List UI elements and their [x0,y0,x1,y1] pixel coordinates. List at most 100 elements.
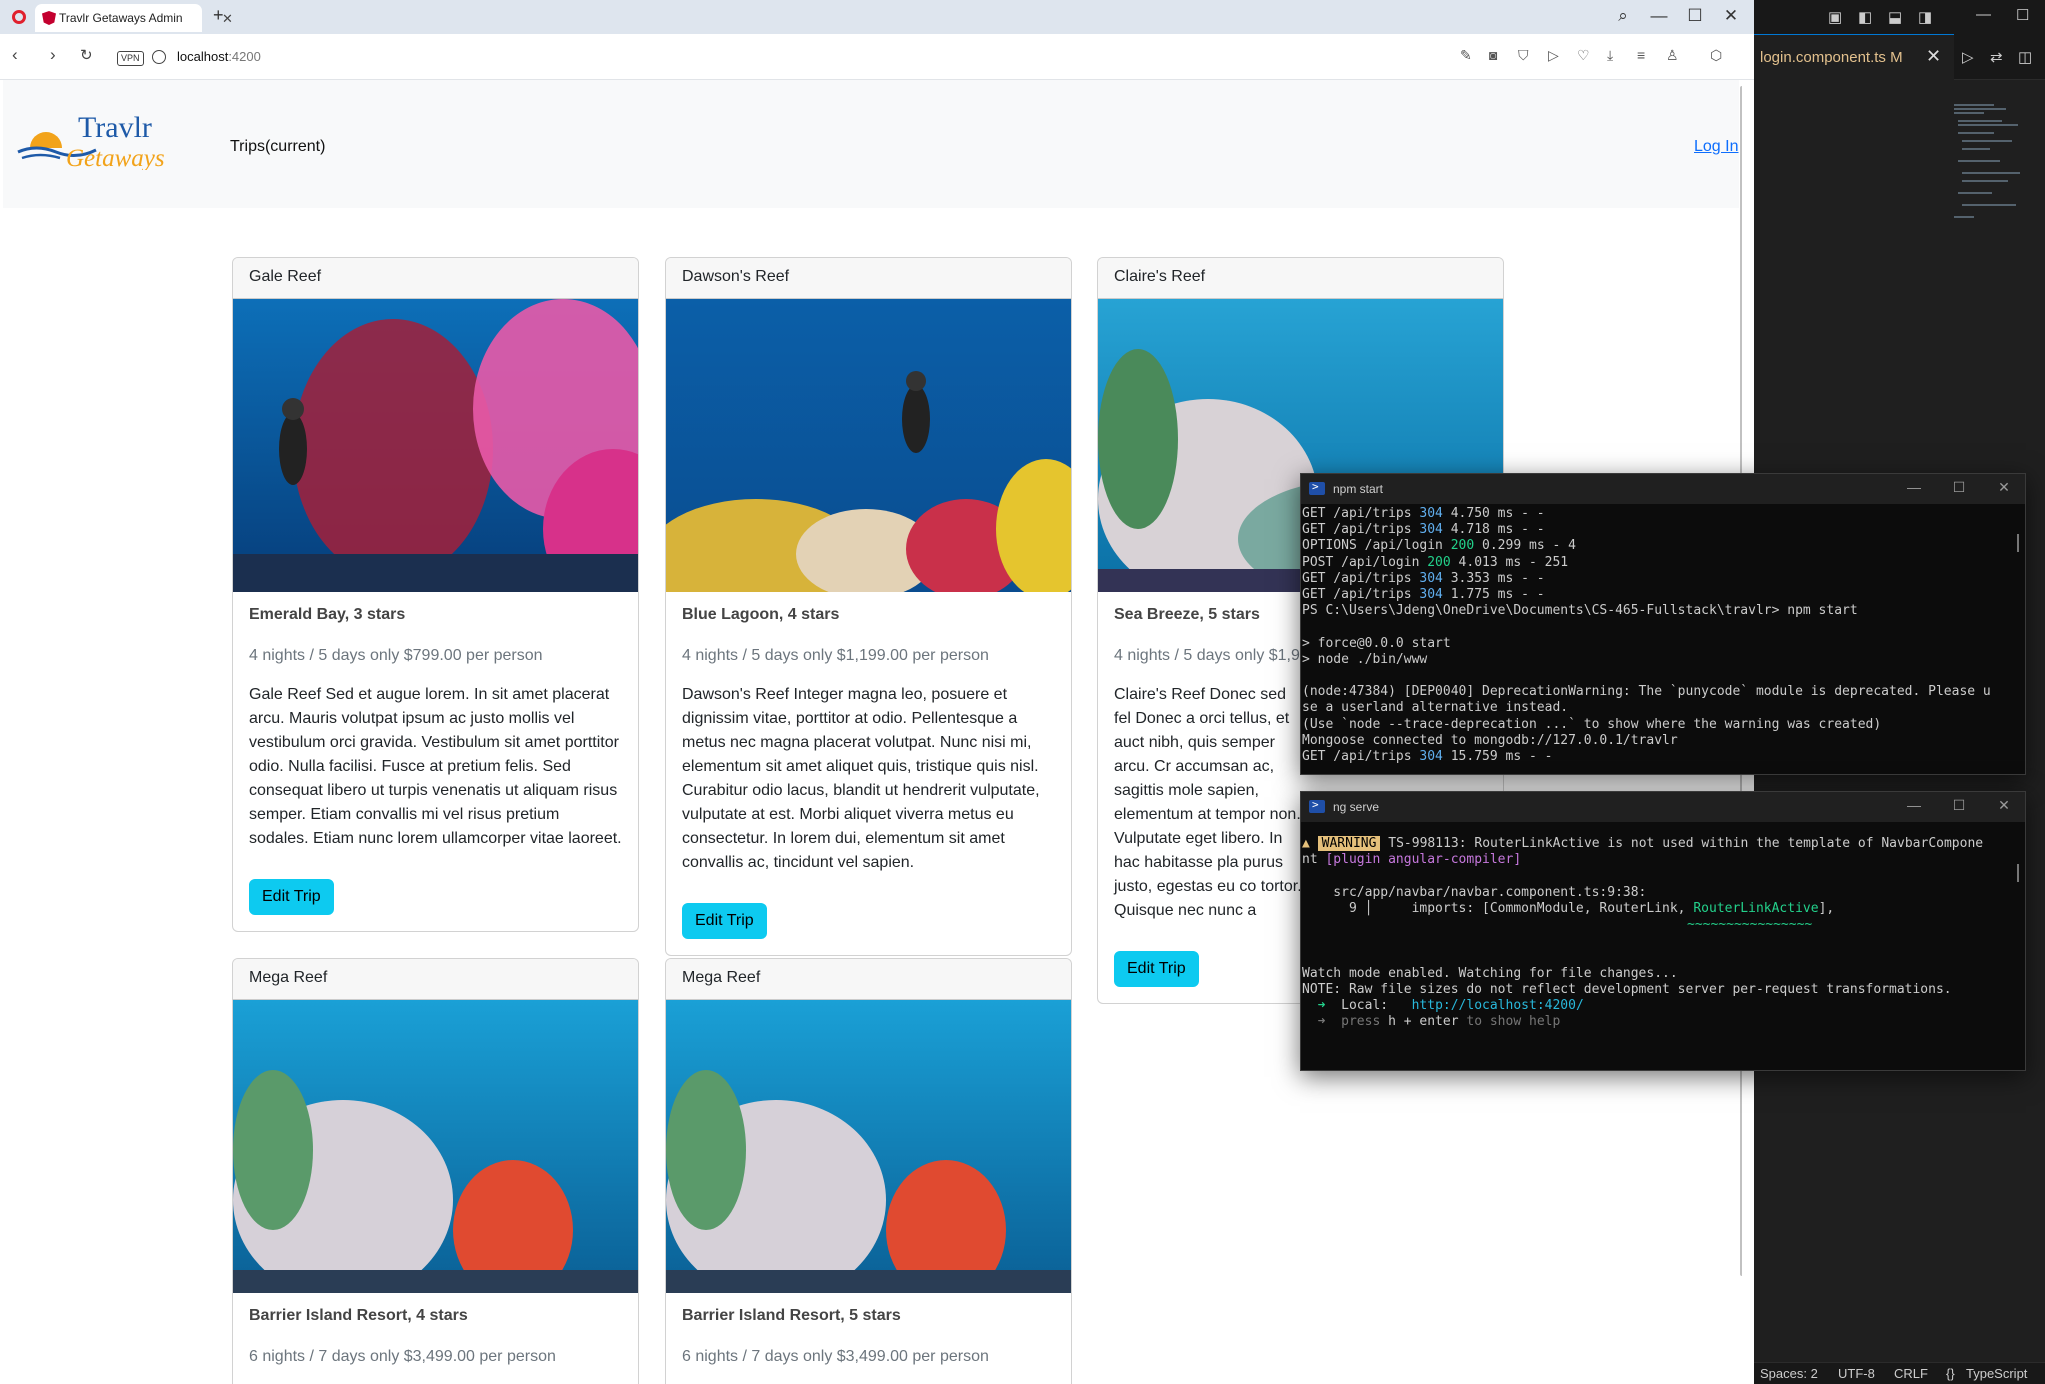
app-navbar: Travlr Getaways Trips(current) Log In [3,80,1739,208]
menu-icon[interactable]: ≡ [1637,47,1645,63]
maximize-icon[interactable]: ☐ [1949,479,1969,496]
forward-icon[interactable]: › [50,45,56,65]
search-tabs-icon[interactable]: ⌕ [1612,6,1634,26]
log-line: > force@0.0.0 start [1302,635,1451,651]
terminal-title: npm start [1333,482,1384,496]
squiggle-line: ~~~~~~~~~~~~~~~~ [1687,917,1813,933]
log-line: (Use `node --trace-deprecation ...` to s… [1302,716,1882,732]
trip-card-header: Mega Reef [666,959,1071,1000]
camera-icon[interactable]: ◙ [1489,47,1497,63]
editor-minimap[interactable] [1950,104,2030,224]
travlr-getaways-logo[interactable]: Travlr Getaways [16,110,196,170]
editor-tab-login-component[interactable]: login.component.ts M ✕ [1754,34,1954,80]
vscode-statusbar: Spaces: 2 UTF-8 CRLF {} TypeScript [1754,1362,2045,1384]
angular-favicon-icon [42,11,56,25]
nav-trips-link[interactable]: Trips(current) [230,138,325,156]
toggle-panel-icon[interactable]: ⬓ [1888,8,1902,26]
vscode-titlebar: ▣ ◧ ⬓ ◨ — ☐ [1754,0,2045,34]
run-icon[interactable]: ▷ [1962,48,1974,66]
maximize-icon[interactable]: ☐ [1684,6,1706,26]
extensions-icon[interactable]: ⬡ [1710,47,1722,64]
compare-icon[interactable]: ⇄ [1990,48,2003,66]
trip-card-image [233,299,638,592]
terminal-output[interactable]: GET /api/trips 304 4.750 ms - - GET /api/… [1302,506,2005,765]
toggle-sidebar-icon[interactable]: ◧ [1858,8,1872,26]
trip-card-image [233,1000,638,1293]
browser-tab-bar: Travlr Getaways Admin ✕ + ⌕ — ☐ ✕ [0,0,1754,34]
terminal-ng-serve: ng serve — ☐ ✕ ▲ WARNING TS-998113: Rout… [1300,791,2026,1071]
status-indentation[interactable]: Spaces: 2 [1760,1366,1818,1381]
terminal-output[interactable]: ▲ WARNING TS-998113: RouterLinkActive is… [1302,836,2005,1030]
log-line: GET /api/trips 304 15.759 ms - - [1302,749,1553,765]
terminal-titlebar: ng serve — ☐ ✕ [1301,792,2025,822]
terminal-scrollbar[interactable] [2017,864,2019,882]
log-line: se a userland alternative instead. [1302,700,1569,716]
play-icon[interactable]: ▷ [1548,47,1559,64]
brand-bottom-text: Getaways [66,145,165,170]
log-line: GET /api/trips 304 4.718 ms - - [1302,522,1545,538]
edit-trip-button[interactable]: Edit Trip [249,879,334,915]
terminal-npm-start: npm start — ☐ ✕ GET /api/trips 304 4.750… [1300,473,2026,775]
log-line: > node ./bin/www [1302,651,1428,667]
vpn-badge[interactable]: VPN [117,51,144,66]
brand-top-text: Travlr [78,111,152,144]
log-line: Mongoose connected to mongodb://127.0.0.… [1302,732,1678,748]
maximize-icon[interactable]: ☐ [1949,797,1969,814]
profile-icon[interactable]: ♙ [1666,47,1679,64]
layout-icon[interactable]: ▣ [1828,8,1842,26]
log-line: ➜ Local: http://localhost:4200/ [1302,998,1584,1014]
back-icon[interactable]: ‹ [12,45,18,65]
minimize-icon[interactable]: — [1648,6,1670,26]
minimize-icon[interactable]: — [1904,797,1924,813]
close-window-icon[interactable]: ✕ [1720,6,1742,26]
url-port: :4200 [228,49,261,64]
trip-description: Claire's Reef Donec sed fel Donec a orci… [1114,686,1302,919]
minimize-icon[interactable]: — [1976,6,1991,23]
prompt-line: PS C:\Users\Jdeng\OneDrive\Documents\CS-… [1302,603,1858,619]
trip-card-header: Gale Reef [233,258,638,299]
edit-trip-button[interactable]: Edit Trip [682,903,767,939]
terminal-scrollbar[interactable] [2017,534,2019,552]
split-editor-icon[interactable]: ◫ [2018,48,2032,66]
site-info-icon[interactable] [152,50,166,64]
trip-card-image [666,1000,1071,1293]
log-line: Watch mode enabled. Watching for file ch… [1302,965,1678,981]
minimize-icon[interactable]: — [1904,479,1924,495]
status-braces-icon[interactable]: {} [1946,1366,1955,1381]
status-encoding[interactable]: UTF-8 [1838,1366,1875,1381]
log-line: GET /api/trips 304 1.775 ms - - [1302,587,1545,603]
trip-length: 6 nights / 7 days only $3,499.00 per per… [682,1348,989,1365]
code-line: 9 │ imports: [CommonModule, RouterLink, … [1302,900,1835,916]
log-line: OPTIONS /api/login 200 0.299 ms - 4 [1302,538,1576,554]
toggle-secondary-sidebar-icon[interactable]: ◨ [1918,8,1932,26]
status-language[interactable]: TypeScript [1966,1366,2027,1381]
url-field[interactable]: localhost:4200 [177,49,261,64]
browser-tab[interactable]: Travlr Getaways Admin ✕ [35,4,233,32]
local-url-link[interactable]: http://localhost:4200/ [1412,998,1584,1013]
close-tab-icon[interactable]: ✕ [1926,46,1941,67]
close-icon[interactable]: ✕ [1994,797,2014,814]
warning-icon: ▲ [1302,836,1310,851]
trip-card-header: Dawson's Reef [666,258,1071,299]
trip-description: Gale Reef Sed et augue lorem. In sit ame… [249,686,622,847]
trip-length: 4 nights / 5 days only $799.00 per perso… [249,647,543,664]
edit-trip-button[interactable]: Edit Trip [1114,951,1199,987]
log-line: POST /api/login 200 4.013 ms - 251 [1302,554,1569,570]
reload-icon[interactable]: ↻ [80,46,93,64]
address-bar: ‹ › ↻ VPN localhost:4200 ✎ ◙ ⛉ ▷ ♡ ⤓ ≡ ♙… [0,34,1754,105]
nav-login-link[interactable]: Log In [1694,138,1738,156]
trip-card: Mega Reef Barrier Island Resort, 5 stars… [665,958,1072,1384]
status-eol[interactable]: CRLF [1894,1366,1928,1381]
download-icon[interactable]: ⤓ [1607,47,1613,64]
maximize-icon[interactable]: ☐ [2016,6,2029,24]
edit-icon[interactable]: ✎ [1460,47,1472,64]
heart-icon[interactable]: ♡ [1577,47,1590,64]
trip-length: 4 nights / 5 days only $1,199.00 per per… [682,647,989,664]
warning-badge: WARNING [1317,836,1381,851]
opera-logo-icon[interactable] [12,10,26,24]
close-icon[interactable]: ✕ [1994,479,2014,496]
new-tab-button[interactable]: + [213,5,224,26]
shield-icon[interactable]: ⛉ [1518,47,1529,64]
log-line: src/app/navbar/navbar.component.ts:9:38: [1302,884,1647,900]
tab-close-icon[interactable]: ✕ [222,11,233,27]
